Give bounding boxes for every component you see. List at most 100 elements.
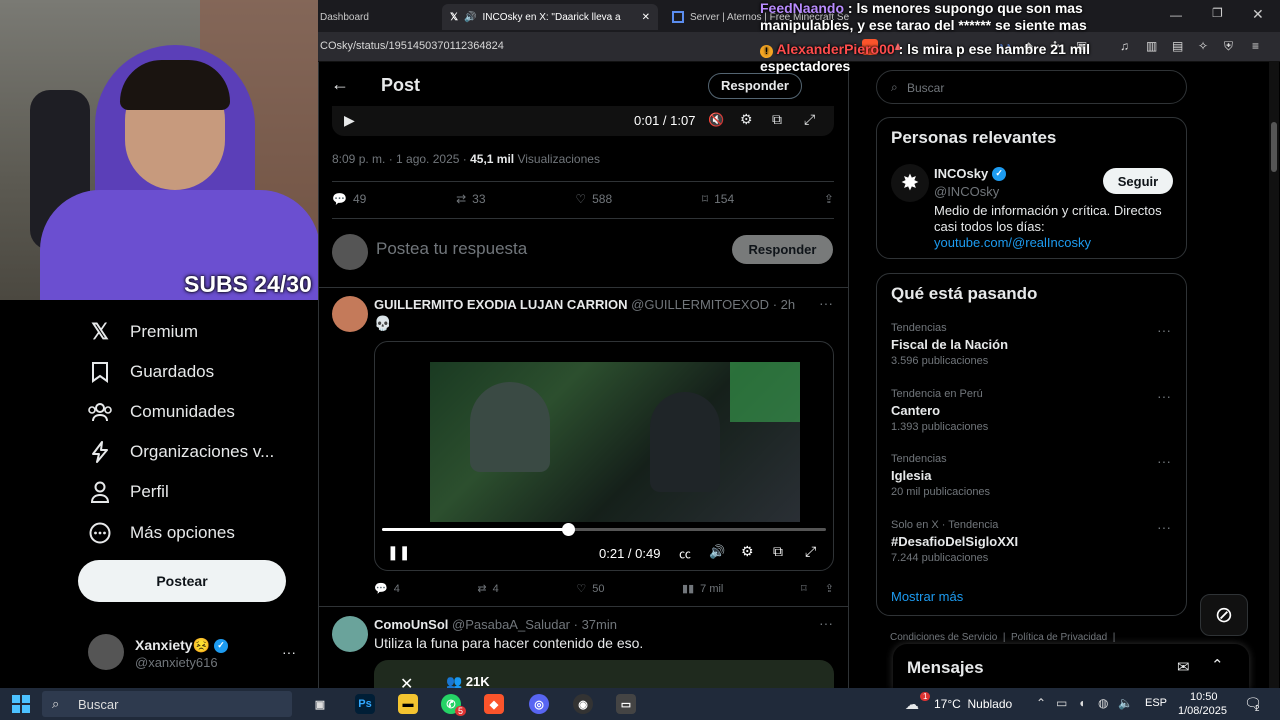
pip-icon[interactable]: ⧉	[773, 543, 783, 560]
reply-author-name[interactable]: ComoUnSol	[374, 617, 448, 632]
repost-action[interactable]: ⇄ 33	[456, 192, 485, 206]
follow-button[interactable]: Seguir	[1103, 168, 1173, 194]
mic-icon[interactable]: ◖	[1078, 696, 1085, 710]
reply-more-icon[interactable]: ···	[819, 295, 833, 311]
incosky-avatar[interactable]: ✸	[891, 164, 929, 202]
like-action[interactable]: ♡ 588	[575, 192, 612, 206]
nav-guardados[interactable]: Guardados	[88, 355, 214, 389]
trend-more-icon[interactable]: ···	[1157, 322, 1171, 338]
post-datetime[interactable]: 8:09 p. m. · 1 ago. 2025 ·	[332, 152, 470, 166]
clock-date[interactable]: 1/08/2025	[1178, 705, 1227, 717]
reply-more-icon[interactable]: ···	[819, 615, 833, 631]
reply-author-handle[interactable]: @PasabaA_Saludar	[452, 617, 570, 632]
top-video-player[interactable]: ▶ 0:01 / 1:07 🔇 ⚙ ⧉ ⤢	[332, 106, 834, 136]
trend-item[interactable]: Tendencias Iglesia 20 mil publicaciones …	[891, 453, 1171, 498]
ai-icon[interactable]: ✧	[1198, 39, 1208, 53]
trend-more-icon[interactable]: ···	[1157, 388, 1171, 404]
reply-author-name[interactable]: GUILLERMITO EXODIA LUJAN CARRION	[374, 297, 628, 312]
nav-mas-opciones[interactable]: Más opciones	[88, 516, 235, 550]
network-icon[interactable]: ▭	[1056, 696, 1067, 710]
close-tab-icon[interactable]: ✕	[642, 12, 650, 23]
vpn-icon[interactable]: ⛨	[1224, 39, 1233, 54]
reply-action[interactable]: 💬 49	[332, 192, 366, 206]
windows-start-icon[interactable]	[12, 695, 30, 713]
nav-comunidades[interactable]: Comunidades	[88, 395, 235, 429]
volume-icon[interactable]: 🔊	[709, 544, 725, 560]
video-progress-track[interactable]	[382, 523, 826, 536]
post-button[interactable]: Postear	[78, 560, 286, 602]
grok-icon[interactable]: ⊘	[1200, 594, 1248, 636]
nav-organizaciones[interactable]: Organizaciones v...	[88, 435, 274, 469]
tab-incosky[interactable]: 𝕏 🔊 INCOsky en X: "Daarick lleva a ✕	[442, 4, 658, 30]
video-progress-knob[interactable]	[562, 523, 576, 536]
reply-time[interactable]: · 2h	[773, 297, 795, 312]
new-message-icon[interactable]: ✉	[1177, 658, 1190, 676]
brave-browser-icon[interactable]: ◆	[484, 694, 504, 714]
pip-icon[interactable]: ⧉	[772, 111, 782, 128]
photoshop-icon[interactable]: Ps	[355, 694, 375, 714]
taskbar-search[interactable]: ⌕ Buscar	[42, 691, 292, 717]
volume-icon[interactable]: 🔈	[1118, 696, 1133, 710]
app-icon[interactable]: ▭	[616, 694, 636, 714]
messages-drawer[interactable]: Mensajes ✉ ⌃	[893, 644, 1249, 690]
views-action[interactable]: ▮▮ 7 mil	[682, 582, 723, 596]
repost-action[interactable]: ⇄ 4	[477, 582, 498, 596]
camera-icon[interactable]: ◍	[1098, 696, 1108, 710]
discord-icon[interactable]: ◎	[529, 694, 549, 714]
reply-avatar[interactable]	[332, 296, 368, 332]
nav-perfil[interactable]: Perfil	[88, 475, 169, 509]
like-action[interactable]: ♡ 50	[576, 582, 604, 596]
wallet-icon[interactable]: ▤	[1172, 39, 1183, 53]
play-icon[interactable]: ▶	[344, 112, 355, 129]
file-explorer-icon[interactable]: ▬	[398, 694, 418, 714]
close-icon[interactable]: ✕	[400, 674, 413, 688]
relevant-link[interactable]: youtube.com/@realIncosky	[934, 235, 1091, 250]
reply-author-handle[interactable]: @GUILLERMITOEXOD	[631, 297, 769, 312]
bookmark-share-actions[interactable]: ⌑ ⇪	[801, 582, 834, 595]
weather-icon[interactable]: ☁	[905, 696, 919, 713]
mute-icon[interactable]: 🔇	[708, 112, 724, 128]
captions-icon[interactable]: ㏄	[679, 545, 691, 562]
fullscreen-icon[interactable]: ⤢	[804, 111, 815, 128]
footer-link[interactable]: Política de Privacidad	[1011, 632, 1107, 643]
footer-link[interactable]: Condiciones de Servicio	[890, 632, 997, 643]
reply-video-player[interactable]: ❚❚ 0:21 / 0:49 ㏄ 🔊 ⚙ ⧉ ⤢	[374, 341, 834, 571]
account-more-icon[interactable]: ···	[282, 644, 296, 660]
reply-action[interactable]: 💬 4	[374, 582, 400, 596]
language-indicator[interactable]: ESP	[1145, 697, 1167, 709]
avatar[interactable]	[88, 634, 124, 670]
reply-time[interactable]: · 37min	[574, 617, 617, 632]
show-more-link[interactable]: Mostrar más	[891, 589, 963, 604]
reply-input[interactable]: Postea tu respuesta	[376, 239, 527, 259]
trend-more-icon[interactable]: ···	[1157, 453, 1171, 469]
account-name[interactable]: Xanxiety😣 ✓	[135, 637, 229, 654]
trend-more-icon[interactable]: ···	[1157, 519, 1171, 535]
clock-time[interactable]: 10:50	[1190, 691, 1218, 703]
close-window-icon[interactable]: ✕	[1252, 6, 1264, 23]
tray-chevron-icon[interactable]: ⌃	[1036, 696, 1046, 710]
reply-button[interactable]: Responder	[732, 235, 833, 264]
page-scrollbar[interactable]	[1269, 62, 1279, 688]
settings-icon[interactable]: ⚙	[740, 111, 753, 128]
bookmark-action[interactable]: ⌑ 154	[702, 192, 734, 206]
reply-video-preview[interactable]: ✕ 👥 21K	[374, 660, 834, 688]
obs-icon[interactable]: ◉	[573, 694, 593, 714]
share-action[interactable]: ⇪	[824, 192, 834, 206]
tab-dashboard[interactable]: Dashboard	[312, 4, 434, 30]
nav-premium[interactable]: 𝕏 Premium	[88, 315, 198, 349]
scrollbar-thumb[interactable]	[1271, 122, 1277, 172]
trend-item[interactable]: Tendencias Fiscal de la Nación 3.596 pub…	[891, 322, 1171, 367]
minimize-icon[interactable]: —	[1170, 8, 1182, 22]
task-view-icon[interactable]: ▣	[310, 694, 330, 714]
weather-text[interactable]: 17°C Nublado	[934, 697, 1012, 711]
menu-icon[interactable]: ≡	[1252, 39, 1259, 53]
maximize-icon[interactable]: ❐	[1212, 6, 1223, 20]
pause-icon[interactable]: ❚❚	[387, 544, 410, 561]
expand-icon[interactable]: ⌃	[1211, 656, 1224, 674]
url-text[interactable]: COsky/status/1951450370112364824	[320, 40, 504, 52]
trend-item[interactable]: Solo en X · Tendencia #DesafioDelSigloXX…	[891, 519, 1171, 564]
fullscreen-icon[interactable]: ⤢	[805, 543, 816, 560]
relevant-name[interactable]: INCOsky ✓	[934, 166, 1007, 181]
reply-avatar[interactable]	[332, 616, 368, 652]
back-arrow-icon[interactable]: ←	[331, 74, 349, 95]
